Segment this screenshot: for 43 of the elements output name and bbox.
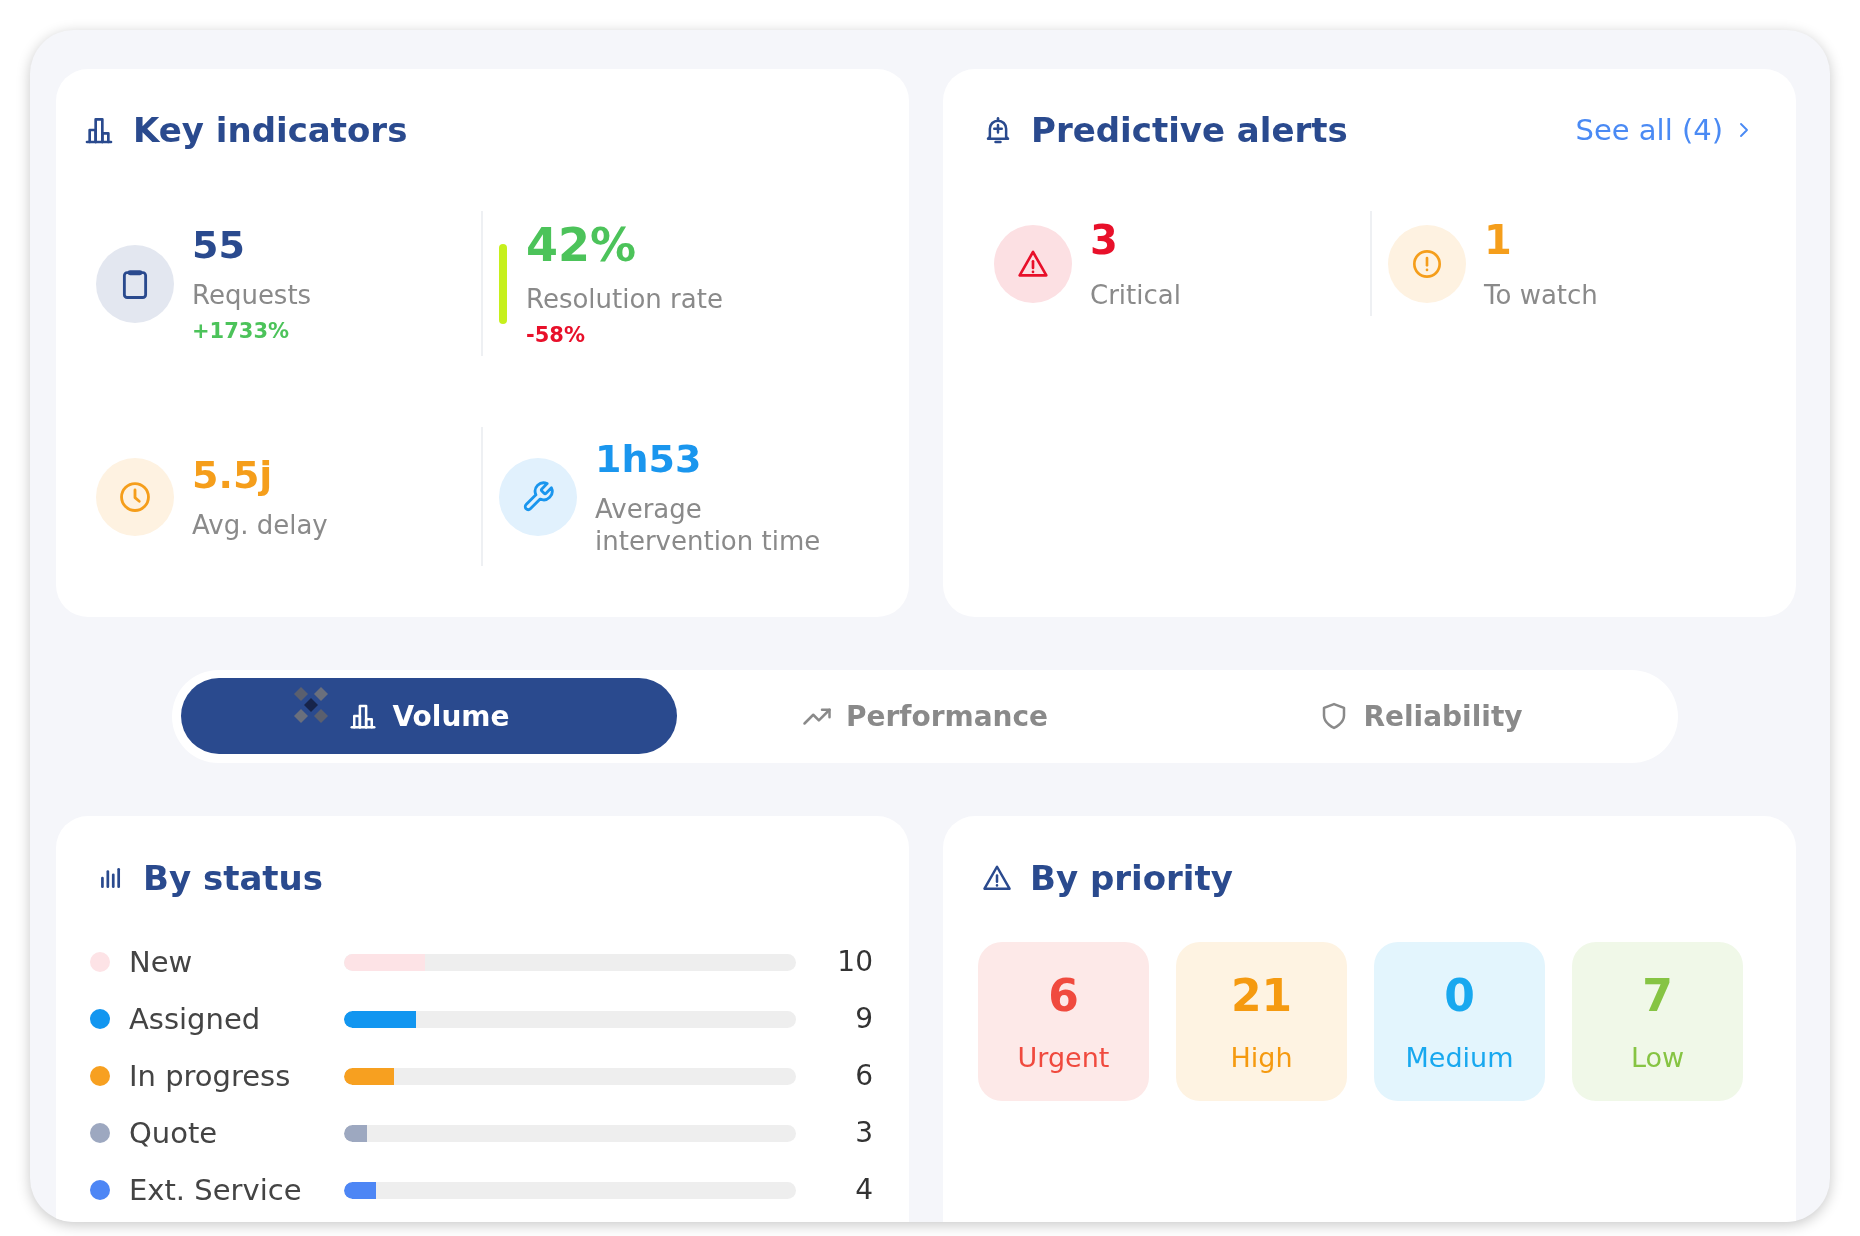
status-label: Ext. Service [129, 1172, 303, 1209]
alert-label: Critical [1090, 278, 1181, 311]
kpi-label: Avg. delay [192, 508, 328, 541]
view-tab[interactable]: Reliability [1173, 678, 1669, 754]
warning-icon [982, 863, 1012, 893]
kpi-change: +1733% [192, 317, 291, 345]
status-label: Assigned [129, 1001, 262, 1038]
status-count: 6 [854, 1058, 873, 1094]
status-count: 9 [854, 1001, 873, 1037]
kpi-label: Resolution rate [526, 282, 723, 315]
status-count: 4 [854, 1172, 873, 1208]
priority-label: Urgent [1017, 1041, 1110, 1074]
priority-count: 7 [1642, 969, 1673, 1021]
priority-label: High [1230, 1041, 1293, 1074]
priority-label: Medium [1405, 1041, 1514, 1074]
status-label: In progress [129, 1058, 292, 1095]
priority-count: 6 [1048, 969, 1079, 1021]
alert-count: 1 [1484, 216, 1513, 263]
card-title: By priority [1030, 857, 1233, 899]
priority-count: 21 [1230, 969, 1293, 1021]
kpi-value: 5.5j [192, 452, 274, 497]
kpi-label: Requests [192, 278, 312, 311]
priority-count: 0 [1444, 969, 1475, 1021]
kpi-value: 55 [192, 222, 246, 267]
status-label: Quote [129, 1115, 219, 1152]
priority-label: Low [1630, 1041, 1685, 1074]
status-label: New [129, 944, 194, 981]
card-title: Predictive alerts [1031, 109, 1348, 151]
kpi-change: -58% [526, 321, 586, 349]
alert-count: 3 [1090, 216, 1119, 263]
see-all-link[interactable]: See all (4) [1575, 113, 1753, 147]
status-count: 3 [854, 1115, 873, 1151]
status-count: 10 [836, 944, 873, 980]
kpi-label: Average intervention time [595, 492, 822, 557]
accent-bar-icon [499, 243, 507, 324]
view-tab[interactable]: Performance [677, 678, 1173, 754]
alert-label: To watch [1484, 278, 1598, 311]
card-title: Key indicators [133, 109, 408, 151]
diamonds-icon [292, 686, 330, 724]
view-tab[interactable]: Volume [181, 678, 677, 754]
kpi-value: 42% [526, 218, 638, 271]
kpi-value: 1h53 [595, 436, 703, 481]
card-title: By status [143, 857, 324, 899]
